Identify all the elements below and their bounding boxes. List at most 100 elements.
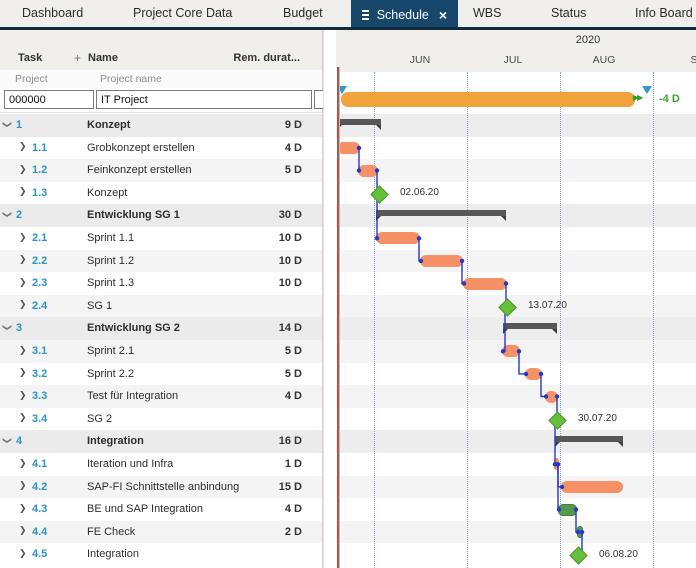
gantt-bar-task[interactable] [561, 481, 623, 493]
gantt-bar-summary[interactable] [376, 210, 506, 216]
gantt-bar-project[interactable] [341, 92, 635, 107]
task-number: 1 [16, 119, 22, 131]
task-row[interactable]: ❯3Entwicklung SG 214 D [0, 317, 322, 340]
gantt-bar-task[interactable] [376, 232, 420, 244]
close-icon[interactable]: × [439, 2, 447, 29]
project-name-input[interactable] [96, 90, 312, 109]
task-row[interactable]: ❯2.4SG 1 [0, 295, 322, 318]
pane-splitter[interactable] [323, 30, 337, 568]
timeline-month: JUN [398, 54, 442, 66]
task-row[interactable]: ❯1.2Feinkonzept erstellen5 D [0, 159, 322, 182]
task-name: Entwicklung SG 2 [87, 322, 180, 334]
expand-icon[interactable]: ❯ [19, 345, 27, 356]
tab-schedule[interactable]: Schedule × [351, 0, 458, 30]
collapse-icon[interactable]: ❯ [3, 435, 11, 446]
gantt-row-band [336, 385, 696, 408]
gantt-bar-summary[interactable] [503, 323, 557, 329]
tab-status[interactable]: Status [551, 0, 586, 27]
gantt-bar-summary[interactable] [555, 436, 623, 442]
task-duration: 4 D [285, 142, 302, 154]
expand-icon[interactable]: ❯ [19, 458, 27, 469]
expand-icon[interactable]: ❯ [19, 164, 27, 175]
gantt-row-band [336, 272, 696, 295]
expand-icon[interactable]: ❯ [19, 390, 27, 401]
collapse-icon[interactable]: ❯ [3, 209, 11, 220]
task-row[interactable]: ❯2Entwicklung SG 130 D [0, 204, 322, 227]
project-id-input[interactable] [4, 90, 94, 109]
task-number: 1.2 [32, 164, 47, 176]
gantt-bar-done[interactable] [558, 504, 577, 516]
expand-icon[interactable]: ❯ [19, 277, 27, 288]
expand-icon[interactable]: ❯ [19, 367, 27, 378]
task-number: 4 [16, 435, 22, 447]
task-duration: 10 D [279, 255, 302, 267]
task-row[interactable]: ❯3.3Test für Integration4 D [0, 385, 322, 408]
task-number: 2 [16, 209, 22, 221]
gantt-bar-task[interactable] [358, 165, 378, 177]
task-duration: 4 D [285, 503, 302, 515]
task-row[interactable]: ❯2.1Sprint 1.110 D [0, 227, 322, 250]
task-row[interactable]: ❯4.3BE und SAP Integration4 D [0, 498, 322, 521]
task-row[interactable]: ❯4.2SAP-FI Schnittstelle anbindung15 D [0, 476, 322, 499]
task-row[interactable]: ❯4.5Integration [0, 543, 322, 566]
column-name[interactable]: Name [88, 52, 118, 64]
task-duration: 16 D [279, 435, 302, 447]
task-duration: 2 D [285, 526, 302, 538]
gantt-bar-task[interactable] [337, 142, 360, 154]
column-task[interactable]: Task [18, 52, 42, 64]
gantt-bar-task[interactable] [463, 278, 507, 290]
expand-icon[interactable]: ❯ [19, 503, 27, 514]
expand-icon[interactable]: ❯ [19, 525, 27, 536]
task-number: 2.3 [32, 277, 47, 289]
gantt-row-band [336, 182, 696, 205]
expand-icon[interactable]: ❯ [19, 254, 27, 265]
task-row[interactable]: ❯3.1Sprint 2.15 D [0, 340, 322, 363]
gantt-bar-task[interactable] [502, 345, 520, 357]
add-column-icon[interactable]: + [74, 51, 81, 65]
gantt-row-band [336, 521, 696, 544]
collapse-icon[interactable]: ❯ [3, 119, 11, 130]
gantt-bar-task[interactable] [420, 255, 463, 267]
timeline-month: AUG [582, 54, 626, 66]
tab-budget[interactable]: Budget [283, 0, 323, 27]
tab-project-core-data[interactable]: Project Core Data [133, 0, 232, 27]
gantt-row-band [336, 137, 696, 160]
task-name: Entwicklung SG 1 [87, 209, 180, 221]
task-row[interactable]: ❯4.4FE Check2 D [0, 521, 322, 544]
tab-dashboard[interactable]: Dashboard [22, 0, 83, 27]
task-row[interactable]: ❯1.3Konzept [0, 182, 322, 205]
task-name: BE und SAP Integration [87, 503, 203, 515]
task-name: SAP-FI Schnittstelle anbindung [87, 481, 239, 493]
task-row[interactable]: ❯2.3Sprint 1.310 D [0, 272, 322, 295]
menu-icon[interactable] [362, 10, 369, 12]
expand-icon[interactable]: ❯ [19, 299, 27, 310]
project-input-row [0, 88, 322, 113]
expand-icon[interactable]: ❯ [19, 186, 27, 197]
month-gridline [653, 72, 654, 568]
task-row[interactable]: ❯4.1Iteration und Infra1 D [0, 453, 322, 476]
gantt-bar-done[interactable] [577, 526, 583, 538]
task-row[interactable]: ❯1.1Grobkonzept erstellen4 D [0, 137, 322, 160]
expand-icon[interactable]: ❯ [19, 141, 27, 152]
gantt-bar-task[interactable] [545, 391, 558, 403]
task-row[interactable]: ❯3.2Sprint 2.25 D [0, 363, 322, 386]
column-duration[interactable]: Rem. durat... [233, 52, 300, 64]
gantt-bar-task[interactable] [525, 368, 542, 380]
task-row[interactable]: ❯2.2Sprint 1.210 D [0, 250, 322, 273]
month-gridline [467, 72, 468, 568]
task-row[interactable]: ❯1Konzept9 D [0, 114, 322, 137]
expand-icon[interactable]: ❯ [19, 480, 27, 491]
expand-icon[interactable]: ❯ [19, 412, 27, 423]
expand-icon[interactable]: ❯ [19, 232, 27, 243]
task-row[interactable]: ❯3.4SG 2 [0, 408, 322, 431]
expand-icon[interactable]: ❯ [19, 548, 27, 559]
task-row[interactable]: ❯4Integration16 D [0, 430, 322, 453]
task-number: 4.2 [32, 481, 47, 493]
collapse-icon[interactable]: ❯ [3, 322, 11, 333]
task-name: Konzept [87, 119, 130, 131]
tab-wbs[interactable]: WBS [473, 0, 501, 27]
gantt-canvas[interactable]: ▶▶-4 D02.06.2013.07.2030.07.2006.08.20 [336, 72, 696, 568]
gantt-bar-summary[interactable] [337, 119, 381, 125]
gantt-bar-task[interactable] [554, 458, 559, 470]
tab-info-board[interactable]: Info Board [635, 0, 693, 27]
